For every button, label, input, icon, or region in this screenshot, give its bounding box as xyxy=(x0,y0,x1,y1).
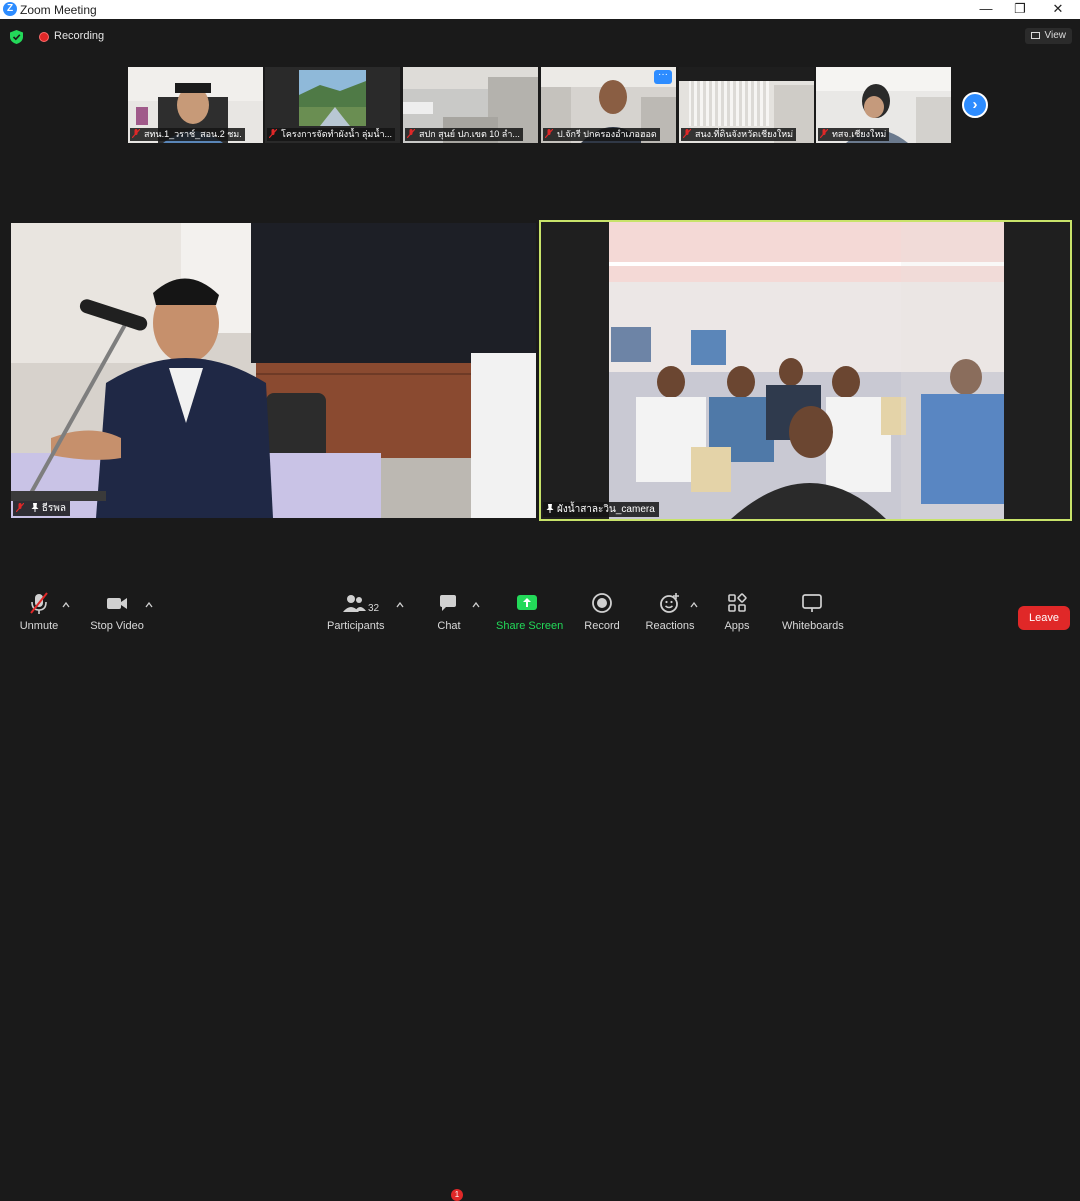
chevron-up-icon[interactable] xyxy=(145,602,153,608)
participant-tile-3[interactable]: สปก สุนย์ ปภ.เขต 10 ลำ... xyxy=(403,67,538,143)
stop-video-button[interactable]: Stop Video xyxy=(90,591,144,632)
title-bar: Z Zoom Meeting — ❐ ✕ xyxy=(0,0,1080,19)
main-video-left[interactable]: ธีรพล xyxy=(11,223,536,518)
mic-muted-icon xyxy=(16,503,24,512)
video-camera-icon xyxy=(107,598,127,609)
participant-tile-2[interactable]: โครงการจัดทำผังน้ำ ลุ่มน้ำ... xyxy=(265,67,400,143)
participant-name-6: ทสจ.เชียงใหม่ xyxy=(818,128,890,141)
window-title: Zoom Meeting xyxy=(20,3,97,17)
participant-tile-4[interactable]: ··· ป.จักรี ปกครองอำเภอฮอด xyxy=(541,67,676,143)
participant-name-2: โครงการจัดทำผังน้ำ ลุ่มน้ำ... xyxy=(267,128,396,141)
mic-muted-icon xyxy=(820,129,828,138)
participants-icon xyxy=(343,595,366,612)
participant-name-3: สปก สุนย์ ปภ.เขต 10 ลำ... xyxy=(405,128,523,141)
next-page-arrow-icon[interactable]: › xyxy=(962,92,988,118)
participants-count: 32 xyxy=(368,603,380,614)
participant-tile-5[interactable]: สนง.ที่ดินจังหวัดเชียงใหม่ xyxy=(679,67,814,143)
recording-dot-icon xyxy=(39,32,49,42)
share-screen-button[interactable]: Share Screen xyxy=(496,591,563,632)
meeting-toolbar: Unmute Stop Video Participants 32 Chat 1 xyxy=(0,591,1080,1201)
grid-view-icon xyxy=(1030,32,1040,39)
restore-button[interactable]: ❐ xyxy=(1000,0,1040,19)
mic-muted-icon xyxy=(269,129,277,138)
participant-name-4: ป.จักรี ปกครองอำเภอฮอด xyxy=(543,128,660,141)
chevron-up-icon[interactable] xyxy=(62,602,70,608)
leave-button[interactable]: Leave xyxy=(1018,606,1070,630)
smiley-plus-icon xyxy=(660,593,679,613)
close-button[interactable]: ✕ xyxy=(1038,0,1078,19)
participant-name-1: สทน.1_วราช์_สอน.2 ชม. xyxy=(130,128,245,141)
zoom-logo-icon: Z xyxy=(3,2,17,16)
mic-muted-icon xyxy=(30,592,48,614)
recording-label[interactable]: Recording xyxy=(54,30,104,42)
security-shield-icon[interactable] xyxy=(10,30,23,44)
mic-muted-icon xyxy=(545,129,553,138)
reactions-button[interactable]: Reactions xyxy=(645,591,695,632)
record-button[interactable]: Record xyxy=(584,591,620,632)
mic-muted-icon xyxy=(132,129,140,138)
apps-button[interactable]: Apps xyxy=(722,591,752,632)
share-screen-icon xyxy=(517,595,537,610)
video-feed xyxy=(11,223,536,518)
video-feed xyxy=(541,222,1070,519)
chevron-up-icon[interactable] xyxy=(690,602,698,608)
participant-name-5: สนง.ที่ดินจังหวัดเชียงใหม่ xyxy=(681,128,797,141)
record-icon xyxy=(592,593,612,613)
mic-muted-icon xyxy=(683,129,691,138)
main-video-right-active-speaker[interactable]: ผังน้ำสาละวิน_camera xyxy=(539,220,1072,521)
chevron-up-icon[interactable] xyxy=(396,602,404,608)
chat-unread-badge: 1 xyxy=(451,1189,463,1201)
speaker-name-left: ธีรพล xyxy=(13,501,70,516)
unmute-button[interactable]: Unmute xyxy=(18,591,60,632)
chevron-up-icon[interactable] xyxy=(472,602,480,608)
chat-button[interactable]: Chat xyxy=(434,591,464,632)
mic-muted-icon xyxy=(407,129,415,138)
more-options-button[interactable]: ··· xyxy=(654,70,672,84)
whiteboard-icon xyxy=(802,594,822,612)
apps-icon xyxy=(728,593,747,612)
speaker-name-right: ผังน้ำสาละวิน_camera xyxy=(543,502,659,517)
participant-tile-6[interactable]: ทสจ.เชียงใหม่ xyxy=(816,67,951,143)
pin-icon xyxy=(546,504,554,513)
whiteboards-button[interactable]: Whiteboards xyxy=(782,591,844,632)
view-label: View xyxy=(1044,30,1067,41)
pin-icon xyxy=(31,503,39,512)
participant-tile-1[interactable]: สทน.1_วราช์_สอน.2 ชม. xyxy=(128,67,263,143)
view-button[interactable]: View xyxy=(1024,28,1072,44)
chat-bubble-icon xyxy=(440,595,456,611)
